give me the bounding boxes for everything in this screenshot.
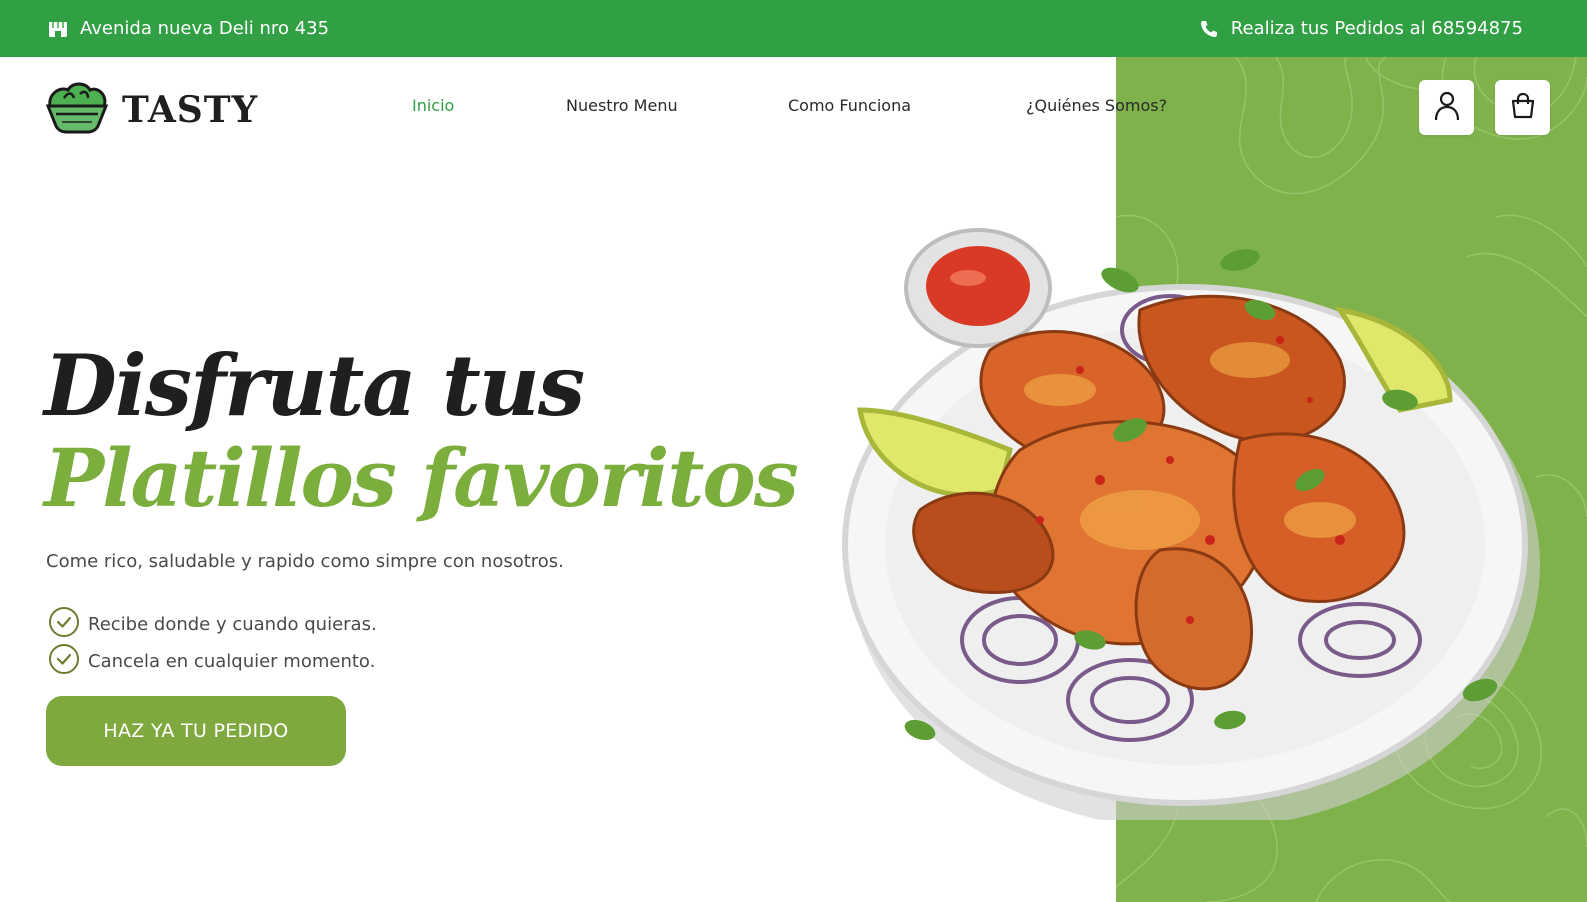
benefit-item: Recibe donde y cuando quieras. — [48, 606, 377, 643]
check-circle-icon — [48, 643, 80, 680]
check-circle-icon — [48, 606, 80, 643]
brand-logo[interactable]: TASTY — [45, 80, 259, 140]
hero-title: Disfruta tus Platillos favoritos — [44, 336, 799, 525]
top-bar: Avenida nueva Deli nro 435 Realiza tus P… — [0, 0, 1587, 57]
account-button[interactable] — [1419, 80, 1474, 135]
hero-title-line1: Disfruta tus — [44, 336, 585, 435]
salad-bowl-icon — [45, 80, 109, 140]
phone-icon — [1199, 19, 1219, 39]
phone-text: Realiza tus Pedidos al 68594875 — [1230, 18, 1523, 39]
store-icon — [48, 19, 68, 39]
order-now-button[interactable]: HAZ YA TU PEDIDO — [46, 696, 346, 766]
shopping-bag-icon — [1509, 92, 1537, 124]
address-text: Avenida nueva Deli nro 435 — [80, 18, 330, 39]
hero-title-line2: Platillos favoritos — [44, 431, 799, 525]
benefit-text: Cancela en cualquier momento. — [88, 651, 376, 672]
cart-button[interactable] — [1495, 80, 1550, 135]
user-icon — [1434, 91, 1460, 125]
brand-name: TASTY — [122, 89, 259, 131]
chicken-wings-plate-illustration — [840, 220, 1540, 830]
nav-item-inicio[interactable]: Inicio — [412, 96, 454, 115]
nav-item-nuestro-menu[interactable]: Nuestro Menu — [566, 96, 678, 115]
benefit-item: Cancela en cualquier momento. — [48, 643, 375, 680]
hero-subtitle: Come rico, saludable y rapido como simpr… — [46, 551, 564, 572]
nav-item-como-funciona[interactable]: Como Funciona — [788, 96, 911, 115]
benefit-text: Recibe donde y cuando quieras. — [88, 614, 377, 635]
nav-item-quienes-somos[interactable]: ¿Quiénes Somos? — [1026, 96, 1167, 115]
phone-info[interactable]: Realiza tus Pedidos al 68594875 — [1199, 18, 1523, 39]
address-info: Avenida nueva Deli nro 435 — [48, 18, 329, 39]
